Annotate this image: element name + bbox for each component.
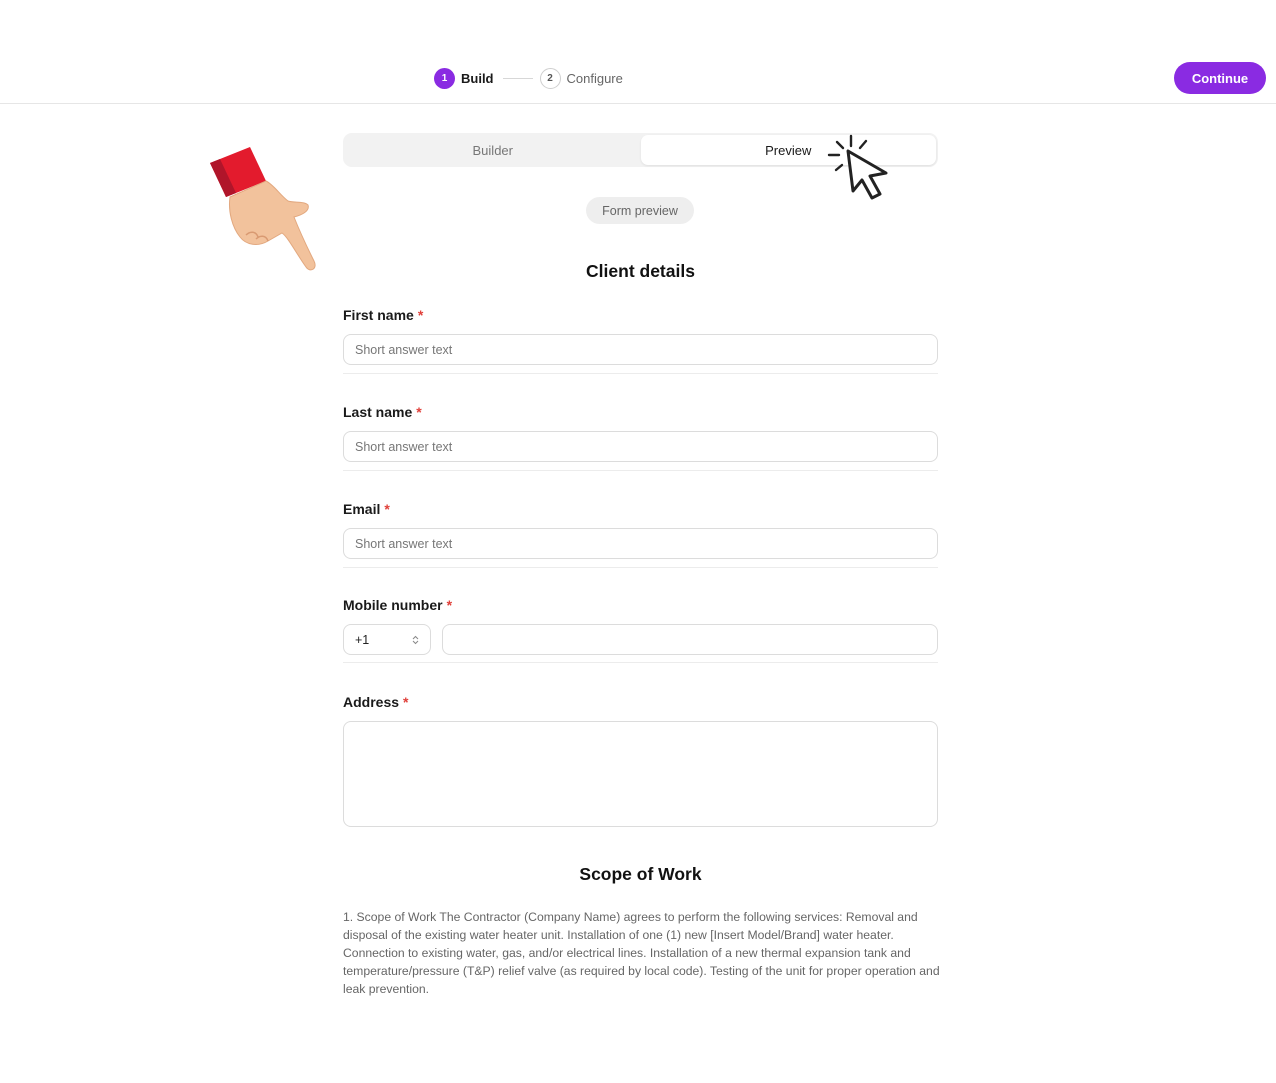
chevron-up-down-icon	[412, 635, 419, 645]
required-marker: *	[403, 694, 409, 710]
mobile-number-input[interactable]	[442, 624, 938, 655]
required-marker: *	[384, 501, 390, 517]
divider	[343, 470, 938, 471]
divider	[343, 662, 938, 663]
click-cursor-icon	[827, 134, 888, 200]
divider	[343, 567, 938, 568]
step-2-label[interactable]: Configure	[567, 71, 623, 86]
address-label-text: Address	[343, 694, 400, 710]
address-textarea[interactable]	[343, 721, 938, 827]
pointing-hand-icon	[210, 147, 316, 271]
continue-button[interactable]: Continue	[1174, 62, 1266, 94]
last-name-input[interactable]	[343, 431, 938, 462]
divider	[343, 373, 938, 374]
last-name-label-text: Last name	[343, 404, 413, 420]
country-code-select[interactable]: +1	[343, 624, 431, 655]
mobile-number-label-text: Mobile number	[343, 597, 443, 613]
email-label: Email *	[343, 501, 390, 517]
required-marker: *	[446, 597, 453, 613]
email-input[interactable]	[343, 528, 938, 559]
step-1-number[interactable]: 1	[434, 67, 455, 89]
email-label-text: Email	[343, 501, 381, 517]
scope-of-work-text: 1. Scope of Work The Contractor (Company…	[343, 910, 940, 996]
step-2-number[interactable]: 2	[539, 67, 561, 89]
country-code-value: +1	[355, 632, 370, 647]
first-name-label: First name *	[343, 307, 423, 323]
last-name-label: Last name *	[343, 404, 422, 420]
form-preview-badge: Form preview	[586, 197, 694, 224]
step-1-label[interactable]: Build	[461, 71, 494, 86]
address-label: Address *	[343, 694, 408, 710]
mobile-number-label: Mobile number *	[343, 597, 452, 613]
top-bar: 1 Build 2 Configure Continue	[0, 0, 1276, 104]
stepper: 1 Build 2 Configure	[434, 67, 623, 89]
first-name-input[interactable]	[343, 334, 938, 365]
required-marker: *	[416, 404, 422, 420]
first-name-label-text: First name	[343, 307, 414, 323]
client-details-title: Client details	[586, 261, 695, 281]
scope-of-work-title: Scope of Work	[579, 864, 702, 884]
tab-builder[interactable]: Builder	[345, 135, 641, 165]
step-connector	[502, 77, 533, 79]
required-marker: *	[417, 307, 424, 323]
